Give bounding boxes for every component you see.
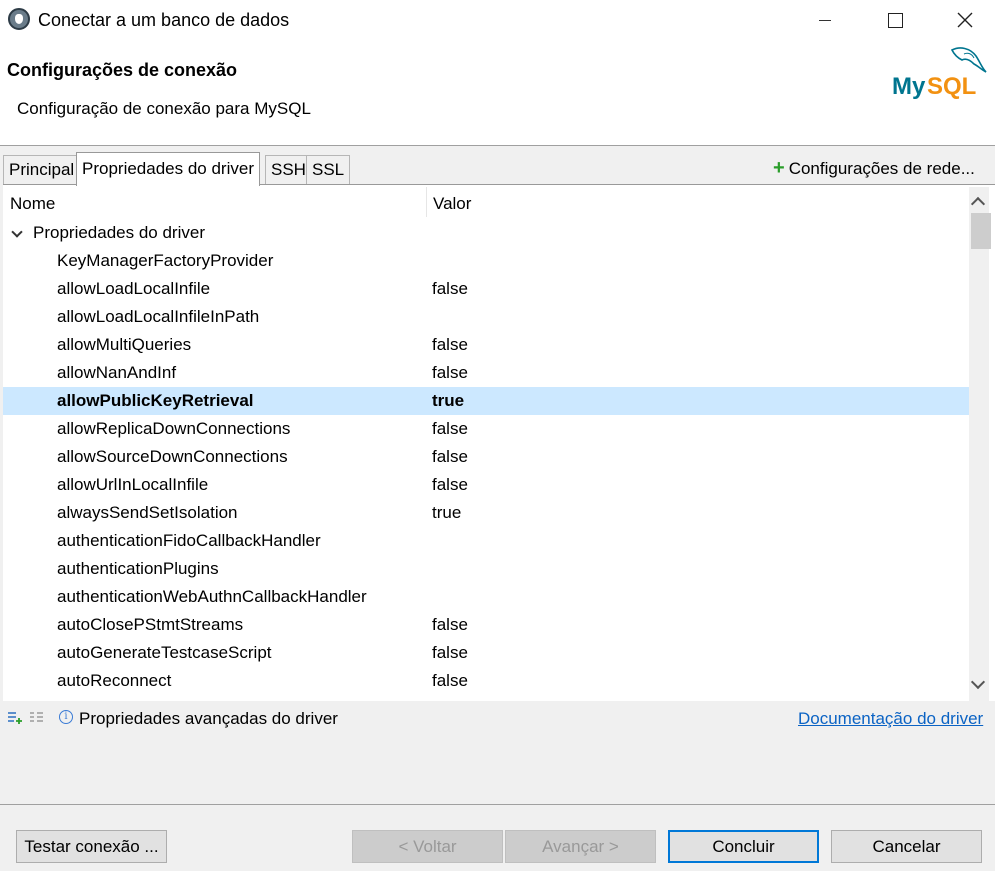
property-name: allowLoadLocalInfileInPath — [57, 307, 260, 326]
property-value[interactable]: false — [432, 279, 468, 299]
maximize-icon — [887, 12, 903, 28]
network-settings-label: Configurações de rede... — [788, 159, 975, 178]
add-property-icon[interactable] — [7, 711, 23, 725]
table-row[interactable]: autoClosePStmtStreams false — [3, 611, 969, 639]
next-button[interactable]: Avançar > — [505, 830, 656, 863]
tree-group-row[interactable]: Propriedades do driver — [3, 219, 969, 247]
property-name: allowLoadLocalInfile — [57, 279, 211, 298]
property-value[interactable]: false — [432, 643, 468, 663]
properties-toolbar: i Propriedades avançadas do driver Docum… — [3, 701, 995, 735]
table-row[interactable]: autoReconnect false — [3, 667, 969, 695]
tab-label: SSL — [312, 160, 345, 179]
property-name: autoGenerateTestcaseScript — [57, 643, 272, 662]
scroll-thumb[interactable] — [971, 213, 991, 249]
table-row[interactable]: authenticationWebAuthnCallbackHandler — [3, 583, 969, 611]
property-value[interactable]: true — [432, 503, 461, 523]
tab-label: SSH — [271, 160, 306, 179]
driver-properties-panel: Nome Valor Propriedades do driver KeyMan… — [3, 184, 995, 735]
test-connection-button[interactable]: Testar conexão ... — [16, 830, 167, 863]
column-divider[interactable] — [426, 187, 427, 217]
vertical-scrollbar[interactable] — [969, 187, 991, 701]
property-name: alwaysSendSetIsolation — [57, 503, 238, 522]
tab-ssh[interactable]: SSH — [265, 155, 312, 185]
property-value[interactable]: true — [432, 391, 464, 411]
wizard-header: Configurações de conexão Configuração de… — [0, 40, 995, 146]
tab-label: Propriedades do driver — [82, 159, 254, 178]
property-name: KeyManagerFactoryProvider — [57, 251, 274, 270]
table-row[interactable]: allowLoadLocalInfile false — [3, 275, 969, 303]
scroll-up-icon[interactable] — [970, 196, 986, 212]
grid-header: Nome Valor — [3, 185, 969, 221]
driver-documentation-link[interactable]: Documentação do driver — [798, 709, 983, 729]
property-name: allowNanAndInf — [57, 363, 177, 382]
window-title: Conectar a um banco de dados — [38, 10, 290, 30]
property-value[interactable]: false — [432, 363, 468, 383]
network-settings-button[interactable]: + Configurações de rede... — [773, 157, 975, 180]
info-icon: i — [59, 710, 73, 724]
property-value[interactable]: false — [432, 447, 468, 467]
remove-property-icon[interactable] — [29, 711, 45, 725]
property-name: allowPublicKeyRetrieval — [57, 391, 254, 410]
tab-driver-properties[interactable]: Propriedades do driver — [76, 152, 260, 186]
close-icon — [957, 12, 973, 28]
property-value[interactable]: false — [432, 419, 468, 439]
property-name: authenticationFidoCallbackHandler — [57, 531, 321, 550]
scroll-down-icon[interactable] — [970, 674, 986, 690]
chevron-down-icon[interactable] — [11, 226, 23, 238]
table-row[interactable]: authenticationFidoCallbackHandler — [3, 527, 969, 555]
property-name: allowSourceDownConnections — [57, 447, 288, 466]
app-icon — [8, 8, 30, 30]
back-button[interactable]: < Voltar — [352, 830, 503, 863]
table-row[interactable]: allowMultiQueries false — [3, 331, 969, 359]
footer-divider — [0, 804, 995, 805]
table-row[interactable]: autoGenerateTestcaseScript false — [3, 639, 969, 667]
property-name: autoClosePStmtStreams — [57, 615, 244, 634]
title-bar: Conectar a um banco de dados — [0, 0, 995, 40]
tab-principal[interactable]: Principal — [3, 155, 81, 185]
property-value[interactable]: false — [432, 615, 468, 635]
property-name: allowMultiQueries — [57, 335, 192, 354]
table-row[interactable]: allowSourceDownConnections false — [3, 443, 969, 471]
page-subtitle: Configuração de conexão para MySQL — [17, 99, 311, 118]
minimize-button[interactable] — [802, 0, 848, 40]
table-row-selected[interactable]: allowPublicKeyRetrieval true — [3, 387, 969, 415]
column-header-value[interactable]: Valor — [433, 194, 471, 214]
tab-ssl[interactable]: SSL — [306, 155, 351, 185]
page-title: Configurações de conexão — [7, 60, 238, 80]
property-value[interactable]: false — [432, 335, 468, 355]
property-value[interactable]: false — [432, 475, 468, 495]
properties-tree: Propriedades do driver KeyManagerFactory… — [3, 219, 969, 701]
table-row[interactable]: allowLoadLocalInfileInPath — [3, 303, 969, 331]
plus-icon: + — [773, 157, 785, 179]
tab-label: Principal — [9, 160, 75, 179]
finish-button[interactable]: Concluir — [668, 830, 819, 863]
property-value[interactable]: false — [432, 671, 468, 691]
property-name: autoReconnect — [57, 671, 172, 690]
advanced-properties-label: Propriedades avançadas do driver — [79, 709, 338, 728]
tab-bar: Principal Propriedades do driver SSH SSL… — [0, 151, 995, 186]
maximize-button[interactable] — [872, 0, 918, 40]
property-name: authenticationWebAuthnCallbackHandler — [57, 587, 367, 606]
table-row[interactable]: authenticationPlugins — [3, 555, 969, 583]
table-row[interactable]: alwaysSendSetIsolation true — [3, 499, 969, 527]
property-name: allowUrlInLocalInfile — [57, 475, 209, 494]
svg-text:My: My — [892, 73, 926, 100]
minimize-icon — [819, 19, 831, 21]
close-button[interactable] — [942, 0, 988, 40]
cancel-button[interactable]: Cancelar — [831, 830, 982, 863]
table-row[interactable]: allowReplicaDownConnections false — [3, 415, 969, 443]
column-header-name[interactable]: Nome — [10, 194, 55, 214]
table-row[interactable]: KeyManagerFactoryProvider — [3, 247, 969, 275]
property-name: authenticationPlugins — [57, 559, 219, 578]
table-row[interactable]: allowUrlInLocalInfile false — [3, 471, 969, 499]
group-label: Propriedades do driver — [33, 223, 205, 242]
property-name: allowReplicaDownConnections — [57, 419, 291, 438]
svg-text:SQL: SQL — [927, 73, 976, 100]
mysql-logo: My SQL — [892, 47, 987, 100]
table-row[interactable]: allowNanAndInf false — [3, 359, 969, 387]
